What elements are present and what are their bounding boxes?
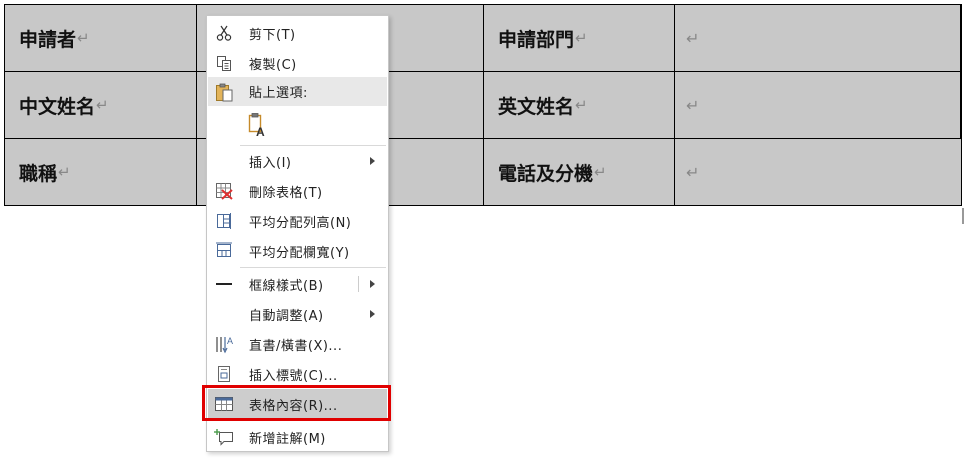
- table-cell-value[interactable]: ↵: [675, 72, 961, 139]
- menu-item-border-styles[interactable]: 框線樣式(B): [208, 269, 387, 299]
- menu-item-label: 新增註解(M): [249, 431, 326, 447]
- distribute-rows-icon: [214, 211, 234, 231]
- table-cell-label[interactable]: 職稱 ↵: [5, 139, 197, 205]
- cell-text: 英文姓名: [498, 95, 575, 118]
- paragraph-mark: ↵: [686, 162, 700, 182]
- menu-item-label: 框線樣式(B): [249, 278, 324, 294]
- menu-item-distribute-rows[interactable]: 平均分配列高(N): [208, 206, 387, 236]
- paragraph-mark: ↵: [686, 28, 700, 48]
- table-cell-label[interactable]: 中文姓名 ↵: [5, 72, 197, 139]
- copy-icon: [214, 53, 234, 73]
- paragraph-mark: ↵: [96, 96, 109, 114]
- cell-text: 申請部門: [498, 28, 575, 51]
- word-table: 申請者 ↵ 申請部門 ↵ ↵ 中文姓名 ↵ 英文姓名 ↵ ↵ 職稱 ↵ 電話及分機 ↵ ↵: [4, 4, 962, 206]
- menu-item-label: 平均分配欄寬(Y): [249, 245, 350, 261]
- delete-table-icon: [214, 181, 234, 201]
- text-direction-icon: A: [214, 334, 234, 354]
- table-cell-label[interactable]: 英文姓名 ↵: [484, 72, 675, 139]
- table-cell-label[interactable]: 電話及分機 ↵: [484, 139, 675, 205]
- highlight-annotation-box: [202, 385, 391, 421]
- submenu-arrow-icon[interactable]: [370, 280, 375, 288]
- paragraph-mark: ↵: [575, 96, 588, 114]
- menu-item-label: 剪下(T): [249, 27, 296, 43]
- paragraph-mark: ↵: [77, 29, 90, 47]
- table-cell-label[interactable]: 申請部門 ↵: [484, 5, 675, 72]
- paste-options-header: 貼上選項:: [208, 77, 387, 106]
- new-comment-icon: [214, 427, 234, 447]
- menu-item-label: 貼上選項:: [249, 86, 308, 101]
- menu-item-cut[interactable]: 剪下(T): [208, 18, 387, 48]
- paragraph-mark: ↵: [575, 29, 588, 47]
- table-cell-label[interactable]: 申請者 ↵: [5, 5, 197, 72]
- border-line-icon: [214, 274, 234, 294]
- menu-item-label: 插入標號(C)...: [249, 368, 338, 384]
- table-cell-value[interactable]: ↵: [675, 139, 961, 205]
- page-edge-marker: [962, 208, 964, 224]
- svg-text:A: A: [227, 336, 233, 346]
- menu-item-new-comment[interactable]: 新增註解(M): [208, 422, 387, 452]
- paragraph-mark: ↵: [58, 163, 71, 181]
- caption-icon: [214, 364, 234, 384]
- clipboard-icon: [214, 82, 234, 102]
- cell-text: 職稱: [19, 162, 58, 185]
- menu-item-distribute-columns[interactable]: 平均分配欄寬(Y): [208, 236, 387, 266]
- menu-item-copy[interactable]: 複製(C): [208, 48, 387, 78]
- svg-text:A: A: [256, 125, 265, 138]
- menu-item-delete-table[interactable]: 刪除表格(T): [208, 176, 387, 206]
- paragraph-mark: ↵: [594, 163, 607, 181]
- menu-item-label: 自動調整(A): [249, 308, 324, 324]
- menu-item-label: 插入(I): [249, 155, 292, 171]
- distribute-columns-icon: [214, 241, 234, 261]
- cell-text: 中文姓名: [19, 95, 96, 118]
- cell-text: 電話及分機: [498, 162, 594, 185]
- cell-text: 申請者: [19, 28, 77, 51]
- menu-item-autofit[interactable]: 自動調整(A): [208, 299, 387, 329]
- menu-item-label: 直書/橫書(X)...: [249, 338, 343, 354]
- menu-item-label: 刪除表格(T): [249, 185, 323, 201]
- paste-option-row: A: [208, 106, 387, 144]
- menu-item-text-direction[interactable]: A 直書/橫書(X)...: [208, 329, 387, 359]
- scissors-icon: [214, 23, 234, 43]
- paste-keep-text-only-icon[interactable]: A: [246, 112, 270, 139]
- menu-separator: [240, 267, 386, 268]
- split-divider: [358, 276, 359, 292]
- submenu-arrow-icon: [370, 157, 375, 165]
- submenu-arrow-icon: [370, 310, 375, 318]
- table-cell-value[interactable]: ↵: [675, 5, 961, 72]
- paragraph-mark: ↵: [686, 95, 700, 115]
- menu-item-insert[interactable]: 插入(I): [208, 146, 387, 176]
- menu-item-label: 複製(C): [249, 57, 297, 73]
- menu-item-label: 平均分配列高(N): [249, 215, 352, 231]
